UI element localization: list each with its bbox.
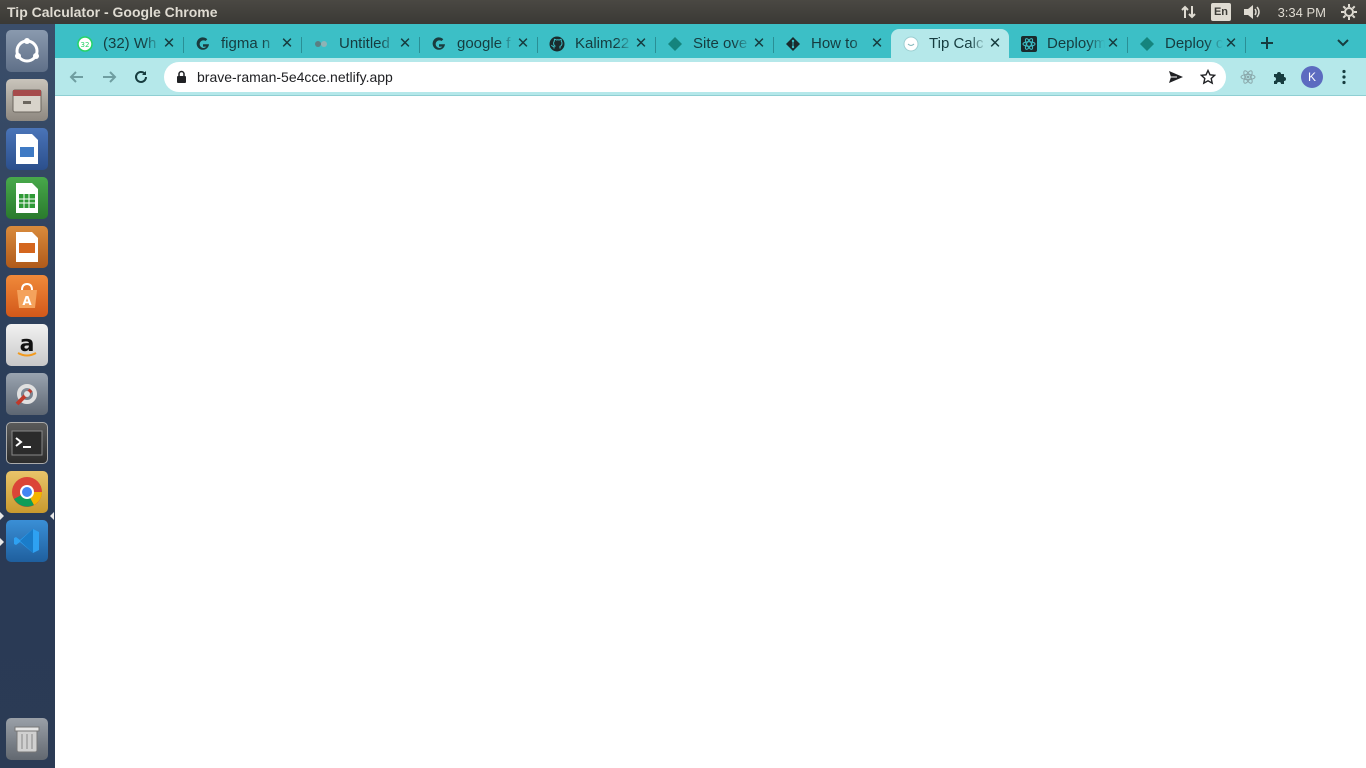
unity-launcher: A a <box>0 24 55 768</box>
libreoffice-calc-icon[interactable] <box>6 177 48 219</box>
system-top-bar: Tip Calculator - Google Chrome En 3:34 P… <box>0 0 1366 24</box>
files-icon[interactable] <box>6 79 48 121</box>
tab-label: Deploym <box>1047 35 1105 52</box>
tab-close-icon[interactable]: ✕ <box>987 35 1003 52</box>
tab-github[interactable]: Kalim22 ✕ <box>537 29 655 58</box>
tab-netlify-deploy[interactable]: Deploy c ✕ <box>1127 29 1245 58</box>
tab-label: google f <box>457 35 511 52</box>
address-bar[interactable]: brave-raman-5e4cce.netlify.app <box>164 62 1226 92</box>
tab-close-icon[interactable]: ✕ <box>751 35 767 52</box>
react-devtools-extension-icon[interactable] <box>1234 63 1262 91</box>
tab-label: Deploy c <box>1165 35 1223 52</box>
profile-initial: K <box>1301 66 1323 88</box>
page-content-area[interactable] <box>55 97 1366 768</box>
ubuntu-software-icon[interactable]: A <box>6 275 48 317</box>
tab-label: Site ove <box>693 35 748 52</box>
new-tab-plus-icon[interactable] <box>1255 31 1279 55</box>
tab-close-icon[interactable]: ✕ <box>397 35 413 52</box>
forward-arrow-icon[interactable] <box>95 63 123 91</box>
chrome-tabstrip: 32 (32) Wh ✕ figma n ✕ Untitled ✕ google… <box>55 24 1366 58</box>
libreoffice-impress-icon[interactable] <box>6 226 48 268</box>
tab-label: Kalim22 <box>575 35 630 52</box>
tab-label: Tip Calc <box>929 35 984 52</box>
back-arrow-icon[interactable] <box>63 63 91 91</box>
launcher-running-indicator <box>0 512 4 520</box>
tab-close-icon[interactable]: ✕ <box>869 35 885 52</box>
chrome-toolbar: brave-raman-5e4cce.netlify.app K <box>55 58 1366 96</box>
clock[interactable]: 3:34 PM <box>1270 0 1332 24</box>
tab-close-icon[interactable]: ✕ <box>161 35 177 52</box>
extensions-puzzle-icon[interactable] <box>1266 63 1294 91</box>
send-to-devices-icon[interactable] <box>1168 69 1184 85</box>
reload-icon[interactable] <box>127 63 155 91</box>
tab-close-icon[interactable]: ✕ <box>1223 35 1239 52</box>
tab-search-chevron-down-icon[interactable] <box>1331 31 1355 55</box>
profile-avatar[interactable]: K <box>1298 63 1326 91</box>
tab-close-icon[interactable]: ✕ <box>515 35 531 52</box>
tab-label: How to <box>811 35 858 52</box>
page-icon <box>903 36 919 52</box>
system-gear-icon[interactable] <box>1332 0 1366 24</box>
launcher-running-indicator <box>0 538 4 546</box>
url-text: brave-raman-5e4cce.netlify.app <box>197 69 393 85</box>
language-label: En <box>1211 3 1231 21</box>
svg-text:a: a <box>20 332 35 357</box>
tab-netlify-site-overview[interactable]: Site ove ✕ <box>655 29 773 58</box>
chrome-menu-kebab-icon[interactable] <box>1330 63 1358 91</box>
lock-icon[interactable] <box>176 70 187 84</box>
tab-label: figma n <box>221 35 271 52</box>
google-icon <box>431 36 447 52</box>
tab-close-icon[interactable]: ✕ <box>1105 35 1121 52</box>
tab-tip-calculator[interactable]: Tip Calc ✕ <box>891 29 1009 58</box>
tab-google-figma[interactable]: figma n ✕ <box>183 29 301 58</box>
tab-figma-untitled[interactable]: Untitled ✕ <box>301 29 419 58</box>
tab-label: (32) Wh <box>103 35 157 52</box>
tab-deployment-react[interactable]: Deploym ✕ <box>1009 29 1127 58</box>
tab-close-icon[interactable]: ✕ <box>633 35 649 52</box>
google-icon <box>195 36 211 52</box>
react-icon <box>1021 35 1037 52</box>
figma-icon <box>313 36 329 52</box>
tab-google-search[interactable]: google f ✕ <box>419 29 537 58</box>
tab-label: Untitled <box>339 35 390 52</box>
google-chrome-icon[interactable] <box>6 471 48 513</box>
svg-text:A: A <box>22 294 32 308</box>
tab-whatsapp[interactable]: 32 (32) Wh ✕ <box>65 29 183 58</box>
bookmark-star-icon[interactable] <box>1200 69 1216 85</box>
window-title: Tip Calculator - Google Chrome <box>7 4 218 20</box>
launcher-focused-indicator <box>50 512 54 520</box>
volume-icon[interactable] <box>1236 0 1270 24</box>
system-tray: En 3:34 PM <box>1172 0 1366 24</box>
vscode-icon[interactable] <box>6 520 48 562</box>
whatsapp-icon: 32 <box>77 35 93 52</box>
github-icon <box>549 36 565 52</box>
tab-close-icon[interactable]: ✕ <box>279 35 295 52</box>
libreoffice-writer-icon[interactable] <box>6 128 48 170</box>
keyboard-layout-indicator[interactable]: En <box>1206 0 1236 24</box>
amazon-icon[interactable]: a <box>6 324 48 366</box>
svg-text:32: 32 <box>81 41 90 49</box>
ubuntu-dash-icon[interactable] <box>6 30 48 72</box>
netlify-icon <box>667 36 683 52</box>
network-icon[interactable] <box>1172 0 1206 24</box>
netlify-icon <box>1139 36 1155 52</box>
git-icon <box>785 36 801 52</box>
tab-separator <box>1245 37 1246 53</box>
trash-icon[interactable] <box>6 718 48 760</box>
tab-how-to[interactable]: How to ✕ <box>773 29 891 58</box>
system-settings-icon[interactable] <box>6 373 48 415</box>
terminal-icon[interactable] <box>6 422 48 464</box>
